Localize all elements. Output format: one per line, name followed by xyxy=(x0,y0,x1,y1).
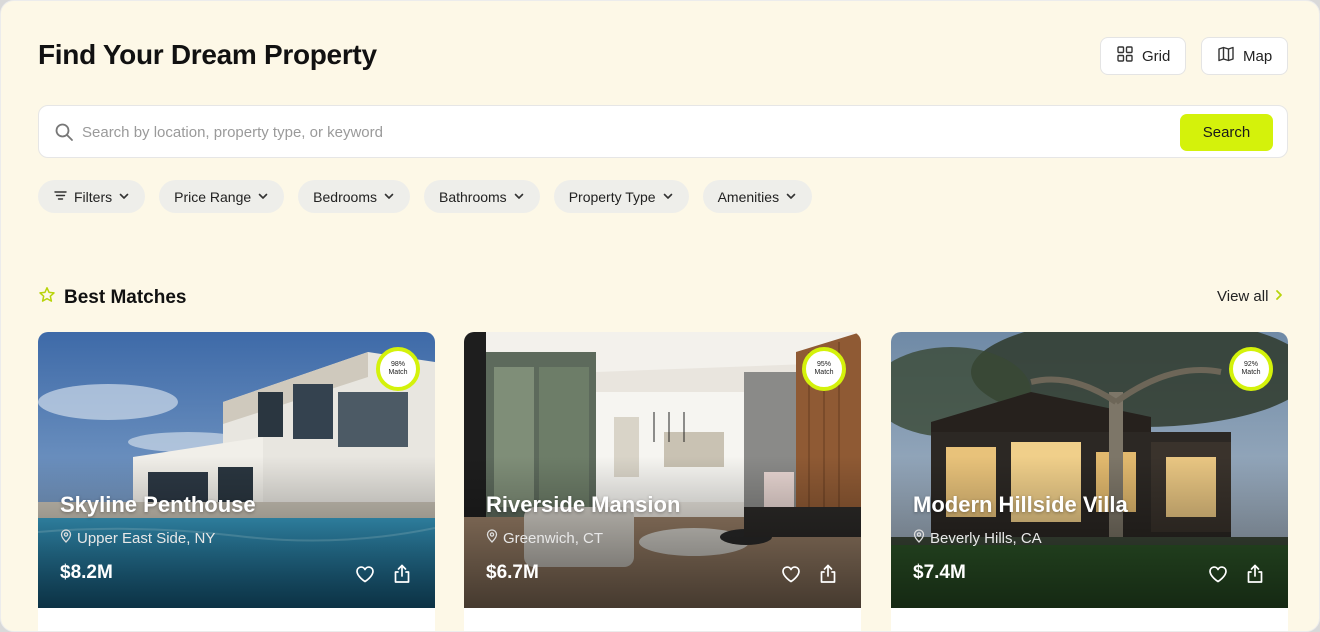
match-score-badge: 92% Match xyxy=(1229,347,1273,391)
page-title: Find Your Dream Property xyxy=(38,39,377,70)
favorite-button[interactable] xyxy=(780,563,802,585)
chevron-down-icon xyxy=(118,189,130,205)
app-window: Find Your Dream Property Grid Map Search xyxy=(0,0,1320,632)
heart-icon xyxy=(780,566,802,589)
match-score-badge: 98% Match xyxy=(376,347,420,391)
property-name: Modern Hillside Villa xyxy=(913,492,1128,517)
search-icon xyxy=(54,122,74,142)
property-type-chip[interactable]: Property Type xyxy=(553,180,689,213)
chevron-down-icon xyxy=(513,189,525,205)
search-bar: Search xyxy=(38,105,1288,158)
map-icon xyxy=(1217,45,1235,67)
chevron-right-icon xyxy=(1274,288,1284,305)
amenities-chip[interactable]: Amenities xyxy=(702,180,813,213)
match-percentage: 95% xyxy=(816,361,831,368)
property-price: $6.7M xyxy=(486,562,539,583)
property-price: $7.4M xyxy=(913,562,966,583)
bathrooms-chip[interactable]: Bathrooms xyxy=(423,180,540,213)
share-icon xyxy=(1244,564,1266,589)
property-location: Beverly Hills, CA xyxy=(913,529,1042,547)
property-price: $8.2M xyxy=(60,562,113,583)
grid-view-button[interactable]: Grid xyxy=(1100,37,1186,75)
section-header: Best Matches xyxy=(38,286,187,310)
location-pin-icon xyxy=(486,529,498,547)
match-label: Match xyxy=(814,369,834,376)
sliders-icon xyxy=(53,188,68,206)
heart-icon xyxy=(1207,566,1229,589)
match-label: Match xyxy=(388,369,408,376)
share-icon xyxy=(817,564,839,589)
property-card[interactable]: 95% Match Riverside Mansion Greenwich, C… xyxy=(464,332,861,631)
favorite-button[interactable] xyxy=(354,563,376,585)
map-view-button[interactable]: Map xyxy=(1201,37,1288,75)
share-button[interactable] xyxy=(817,563,839,585)
match-score-badge: 95% Match xyxy=(802,347,846,391)
property-name: Skyline Penthouse xyxy=(60,492,256,517)
match-label: Match xyxy=(1241,369,1261,376)
filters-chip-label: Filters xyxy=(74,188,113,205)
chevron-down-icon xyxy=(257,189,269,205)
map-view-label: Map xyxy=(1243,47,1273,65)
view-all-label: View all xyxy=(1217,288,1269,305)
bedrooms-chip[interactable]: Bedrooms xyxy=(298,180,410,213)
property-location-text: Beverly Hills, CA xyxy=(930,529,1042,547)
grid-view-label: Grid xyxy=(1142,47,1171,65)
chevron-down-icon xyxy=(383,189,395,205)
price-range-chip-label: Price Range xyxy=(174,188,252,205)
share-icon xyxy=(391,564,413,589)
share-button[interactable] xyxy=(1244,563,1266,585)
property-type-chip-label: Property Type xyxy=(568,188,656,205)
heart-icon xyxy=(354,566,376,589)
location-pin-icon xyxy=(913,529,925,547)
grid-icon xyxy=(1116,45,1134,67)
chevron-down-icon xyxy=(785,189,797,205)
property-name: Riverside Mansion xyxy=(486,492,681,517)
star-icon xyxy=(38,286,56,310)
property-location-text: Greenwich, CT xyxy=(503,529,604,547)
search-button[interactable]: Search xyxy=(1180,114,1273,151)
filters-chip[interactable]: Filters xyxy=(38,180,146,213)
property-location-text: Upper East Side, NY xyxy=(77,529,216,547)
favorite-button[interactable] xyxy=(1207,563,1229,585)
chevron-down-icon xyxy=(662,189,674,205)
property-card[interactable]: 92% Match Modern Hillside Villa Beverly … xyxy=(891,332,1288,631)
view-all-link[interactable]: View all xyxy=(1217,288,1284,305)
property-card[interactable]: 98% Match Skyline Penthouse Upper East S… xyxy=(38,332,435,631)
price-range-chip[interactable]: Price Range xyxy=(159,180,285,213)
filter-bar: Filters Price Range Bedrooms Bathrooms P… xyxy=(38,180,813,213)
section-title: Best Matches xyxy=(64,287,187,308)
bedrooms-chip-label: Bedrooms xyxy=(313,188,377,205)
match-percentage: 92% xyxy=(1243,361,1258,368)
match-percentage: 98% xyxy=(390,361,405,368)
property-location: Greenwich, CT xyxy=(486,529,603,547)
search-input[interactable] xyxy=(82,116,1162,148)
bathrooms-chip-label: Bathrooms xyxy=(438,188,507,205)
share-button[interactable] xyxy=(391,563,413,585)
location-pin-icon xyxy=(60,529,72,547)
amenities-chip-label: Amenities xyxy=(717,188,780,205)
property-location: Upper East Side, NY xyxy=(60,529,215,547)
